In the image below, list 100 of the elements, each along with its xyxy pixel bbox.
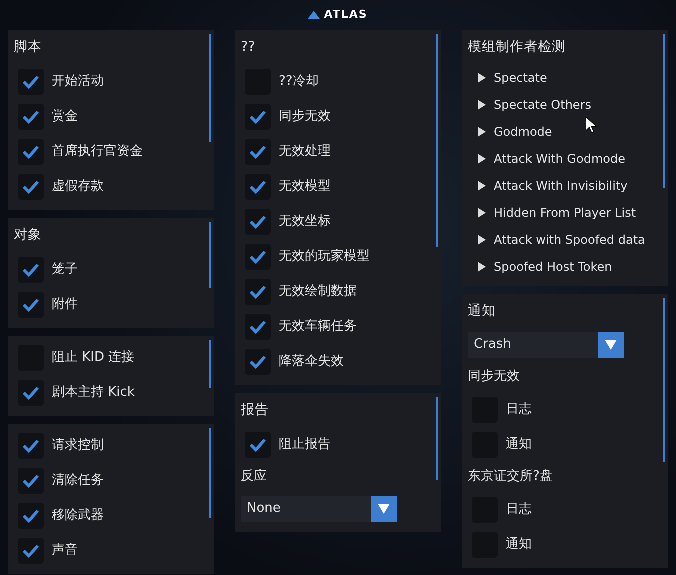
checkbox[interactable]: [18, 104, 44, 130]
checkbox-label: 无效绘制数据: [279, 282, 357, 301]
scrollbar-thumb[interactable]: [436, 397, 438, 480]
check-icon: [249, 110, 267, 124]
checkbox-label: 赏金: [52, 108, 78, 126]
check-icon: [249, 320, 267, 334]
logo: ATLAS: [324, 6, 368, 23]
check-icon: [22, 386, 40, 400]
checkbox-label: 日志: [506, 400, 532, 419]
checkbox[interactable]: [245, 348, 271, 374]
check-icon: [249, 438, 267, 452]
scrollbar-thumb[interactable]: [663, 34, 665, 188]
checkbox-label: 同步无效: [279, 108, 331, 126]
triangle-icon: [478, 72, 486, 82]
checkbox-label: 通知: [506, 436, 532, 454]
tree-item[interactable]: Spectate Others: [468, 91, 656, 118]
checkbox-label: 请求控制: [52, 436, 104, 455]
scrollbar-thumb[interactable]: [209, 34, 211, 142]
check-icon: [22, 298, 40, 312]
checkbox[interactable]: [245, 208, 271, 234]
checkbox-label: 阻止报告: [279, 436, 331, 454]
check-icon: [249, 354, 267, 368]
checkbox[interactable]: [18, 138, 44, 164]
checkbox-label: 笼子: [52, 260, 78, 279]
checkbox-label: 无效模型: [279, 178, 331, 196]
checkbox[interactable]: [18, 432, 44, 458]
checkbox[interactable]: [18, 468, 44, 494]
check-icon: [22, 262, 40, 276]
checkbox[interactable]: [18, 292, 44, 318]
check-icon: [22, 74, 40, 88]
check-icon: [249, 214, 267, 228]
scrollbar-thumb[interactable]: [209, 222, 211, 288]
check-icon: [22, 110, 40, 124]
dropdown-button[interactable]: [598, 332, 624, 358]
section-label: 东京证交所?盘: [468, 468, 554, 486]
tree-item[interactable]: Attack With Godmode: [468, 145, 656, 172]
tree-item[interactable]: Attack with Spoofed data: [468, 226, 656, 253]
checkbox[interactable]: [245, 432, 271, 458]
check-icon: [22, 474, 40, 488]
checkbox-label: 开始活动: [52, 72, 104, 91]
triangle-icon: [478, 154, 486, 164]
check-icon: [249, 180, 267, 194]
check-icon: [22, 144, 40, 158]
scrollbar-thumb[interactable]: [209, 428, 211, 518]
checkbox[interactable]: [245, 174, 271, 200]
tree-item[interactable]: Godmode: [468, 118, 656, 145]
checkbox-label: 附件: [52, 296, 78, 314]
section-label: 同步无效: [468, 368, 521, 386]
checkbox[interactable]: [245, 244, 271, 270]
checkbox-label: 阻止 KID 连接: [52, 348, 135, 367]
triangle-icon: [478, 100, 486, 110]
checkbox-label: 清除任务: [52, 472, 104, 490]
checkbox-label: ??冷却: [279, 72, 319, 91]
checkbox-label: 首席执行官资金: [52, 142, 143, 161]
dropdown-field[interactable]: Crash: [468, 332, 598, 358]
tree-item[interactable]: Attack With Invisibility: [468, 172, 656, 199]
triangle-icon: [478, 234, 486, 244]
panel-title: 脚本: [14, 38, 43, 57]
checkbox-label: 无效处理: [279, 142, 331, 161]
panel-title: 报告: [241, 401, 270, 420]
checkbox[interactable]: [18, 380, 44, 406]
check-icon: [22, 508, 40, 522]
dropdown-field[interactable]: None: [241, 496, 371, 522]
checkbox-label: 移除武器: [52, 506, 104, 525]
tree-item[interactable]: Spectate: [468, 64, 656, 91]
triangle-icon: [478, 180, 486, 190]
checkbox-label: 降落伞失效: [279, 352, 344, 371]
checkbox[interactable]: [18, 256, 44, 282]
panel-title: 通知: [468, 302, 497, 321]
tree-item[interactable]: Spoofed Host Token: [468, 253, 656, 280]
scrollbar-thumb[interactable]: [209, 340, 211, 388]
section-label: 反应: [241, 468, 268, 486]
triangle-icon: [478, 208, 486, 218]
checkbox-label: 无效车辆任务: [279, 318, 357, 336]
panel-title: 对象: [14, 226, 43, 245]
logo-icon: [308, 11, 320, 19]
caret-icon: [605, 340, 617, 350]
checkbox[interactable]: [245, 104, 271, 130]
scrollbar-thumb[interactable]: [436, 34, 438, 247]
scrollbar-thumb[interactable]: [663, 298, 665, 462]
panel-title: 模组制作者检测: [468, 38, 567, 57]
checkbox[interactable]: [18, 68, 44, 94]
checkbox-label: 声音: [52, 542, 78, 560]
checkbox-label: 无效的玩家模型: [279, 248, 370, 266]
check-icon: [249, 250, 267, 264]
checkbox[interactable]: [18, 538, 44, 564]
checkbox[interactable]: [245, 278, 271, 304]
checkbox-label: 无效坐标: [279, 212, 331, 231]
checkbox-label: 虚假存款: [52, 178, 104, 196]
tree-item[interactable]: Hidden From Player List: [468, 199, 656, 226]
panel-title: ??: [241, 38, 256, 57]
caret-icon: [378, 504, 390, 514]
checkbox[interactable]: [245, 138, 271, 164]
checkbox[interactable]: [18, 174, 44, 200]
checkbox[interactable]: [245, 314, 271, 340]
dropdown-button[interactable]: [371, 496, 397, 522]
checkbox-label: 日志: [506, 500, 532, 519]
triangle-icon: [478, 262, 486, 272]
checkbox[interactable]: [18, 502, 44, 528]
checkbox-label: 剧本主持 Kick: [52, 384, 135, 402]
